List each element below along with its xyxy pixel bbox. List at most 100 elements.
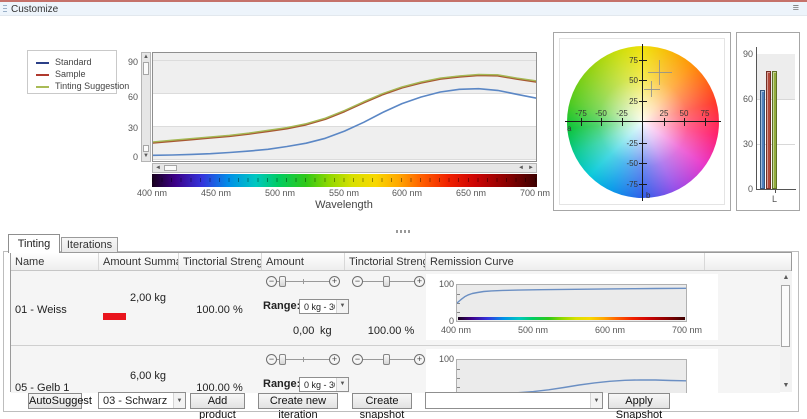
lab-color-wheel[interactable] <box>567 46 719 198</box>
lab-color-wheel-panel: -75 -50 -25 25 50 75 75 50 25 -25 -50 -7… <box>553 32 731 211</box>
b-tick: -50 <box>622 159 638 168</box>
amount-bar <box>103 313 126 320</box>
chevron-down-icon[interactable]: ▼ <box>590 393 602 408</box>
create-snapshot-button[interactable]: Create snapshot <box>352 393 412 409</box>
remission-plot <box>456 284 687 322</box>
drag-grip-icon[interactable] <box>3 5 7 14</box>
scrollbar-thumb[interactable] <box>781 285 790 347</box>
axis-tick <box>639 184 647 185</box>
scroll-right-icon[interactable]: ► <box>527 165 535 172</box>
scroll-left-icon[interactable]: ◄ <box>517 165 525 172</box>
x-axis-tick: 400 nm <box>130 188 174 198</box>
axis-tick <box>639 163 647 164</box>
amount-slider-thumb[interactable] <box>279 276 286 287</box>
b-axis-label: b <box>646 191 650 200</box>
lightness-bars <box>760 47 792 189</box>
column-header-tinctorial-strength-summary[interactable]: Tinctorial Strength Su... <box>178 253 261 270</box>
b-tick: -75 <box>622 180 638 189</box>
column-header-tinctorial-strength[interactable]: Tinctorial Strength <box>344 253 425 270</box>
strength-slider-thumb[interactable] <box>383 354 390 365</box>
amount-increase-button[interactable]: + <box>329 354 340 365</box>
axis-tick <box>705 118 706 126</box>
table-scrollbar[interactable]: ▲ ▼ <box>780 271 792 392</box>
range-dropdown[interactable]: 0 kg - 300 l ▼ <box>299 377 349 392</box>
scroll-left-icon[interactable]: ◄ <box>154 165 162 172</box>
create-new-iteration-button[interactable]: Create new iteration <box>258 393 338 409</box>
b-tick: 25 <box>622 97 638 106</box>
a-tick: 25 <box>656 109 672 118</box>
legend: Standard Sample Tinting Suggestion <box>27 50 117 94</box>
apply-snapshot-button[interactable]: Apply Snapshot <box>608 393 670 409</box>
column-header-amount[interactable]: Amount <box>261 253 344 270</box>
autosuggest-button[interactable]: AutoSuggest <box>28 393 82 409</box>
y-axis-tick: 90 <box>118 57 138 67</box>
amount-decrease-button[interactable]: − <box>266 276 277 287</box>
tinting-table: Name Amount Summary Tinctorial Strength … <box>10 252 792 392</box>
remission-x-tick: 400 nm <box>436 325 476 335</box>
strength-increase-button[interactable]: + <box>414 354 425 365</box>
tinctorial-strength-summary-value: 100.00 % <box>178 304 261 316</box>
amount-summary-value: 6,00 kg <box>118 370 178 382</box>
axis-tick <box>639 143 647 144</box>
tinctorial-strength-value: 100.00 % <box>361 325 421 337</box>
y-axis-tick: 60 <box>118 92 138 102</box>
scrollbar-thumb[interactable] <box>164 165 177 171</box>
product-dropdown[interactable]: 03 - Schwarz ▼ <box>98 392 186 409</box>
remission-spectrum-strip <box>458 317 685 320</box>
bar-sample <box>766 71 771 189</box>
l-y-tick: 0 <box>739 184 753 194</box>
splitter-grip[interactable] <box>396 230 412 233</box>
x-axis-label: Wavelength <box>284 199 404 211</box>
vertical-scrollbar[interactable]: ▲ ▼ <box>141 52 151 162</box>
amount-increase-button[interactable]: + <box>329 276 340 287</box>
a-tick: -75 <box>573 109 589 118</box>
l-y-tick: 60 <box>739 94 753 104</box>
a-tick: 50 <box>676 109 692 118</box>
scroll-down-icon[interactable]: ▼ <box>142 153 150 160</box>
spectrum-ticks <box>152 178 537 182</box>
l-x-label: L <box>772 194 777 204</box>
standard-marker-icon <box>648 72 672 73</box>
titlebar: Customize ≡ <box>0 0 807 16</box>
tab-iterations[interactable]: Iterations <box>61 237 118 253</box>
range-label: Range: <box>263 378 300 390</box>
wavelength-spectrum-strip <box>152 174 537 187</box>
tab-tinting[interactable]: Tinting <box>8 234 60 253</box>
product-name: 01 - Weiss <box>15 304 67 316</box>
strength-slider-thumb[interactable] <box>383 276 390 287</box>
strength-increase-button[interactable]: + <box>414 276 425 287</box>
scrollbar-thumb[interactable] <box>143 62 149 75</box>
range-dropdown[interactable]: 0 kg - 300 l ▼ <box>299 299 349 314</box>
amount-decrease-button[interactable]: − <box>266 354 277 365</box>
chevron-down-icon[interactable]: ▼ <box>336 378 348 391</box>
column-header-name[interactable]: Name <box>11 253 98 270</box>
a-axis-label: a <box>567 124 571 133</box>
add-product-button[interactable]: Add product <box>190 393 245 409</box>
column-header-amount-summary[interactable]: Amount Summary <box>98 253 178 270</box>
chevron-down-icon[interactable]: ▼ <box>336 300 348 313</box>
column-header-remission-curve[interactable]: Remission Curve <box>425 253 704 270</box>
axis-tick <box>601 118 602 126</box>
scrollbar-thumb[interactable] <box>143 145 149 152</box>
amount-unit: kg <box>320 325 332 337</box>
chevron-down-icon[interactable]: ▼ <box>173 393 185 408</box>
snapshot-dropdown[interactable]: ▼ <box>425 392 603 409</box>
horizontal-scrollbar[interactable]: ◄ ◄ ► <box>152 163 537 173</box>
x-axis-tick: 500 nm <box>258 188 302 198</box>
strength-decrease-button[interactable]: − <box>352 354 363 365</box>
spectral-plot <box>152 52 537 162</box>
y-axis-tick: 30 <box>118 123 138 133</box>
amount-summary-value: 2,00 kg <box>118 292 178 304</box>
scroll-up-icon[interactable]: ▲ <box>142 54 150 61</box>
scroll-down-icon[interactable]: ▼ <box>780 382 792 389</box>
menu-icon[interactable]: ≡ <box>793 2 799 14</box>
tinctorial-strength-summary-value: 100.00 % <box>178 382 261 393</box>
sample-marker-icon <box>651 81 652 97</box>
scroll-up-icon[interactable]: ▲ <box>780 274 792 281</box>
strength-decrease-button[interactable]: − <box>352 276 363 287</box>
amount-slider-thumb[interactable] <box>279 354 286 365</box>
x-axis-tick: 700 nm <box>513 188 557 198</box>
range-label: Range: <box>263 300 300 312</box>
x-axis-tick: 450 nm <box>194 188 238 198</box>
remission-curve <box>457 360 686 393</box>
